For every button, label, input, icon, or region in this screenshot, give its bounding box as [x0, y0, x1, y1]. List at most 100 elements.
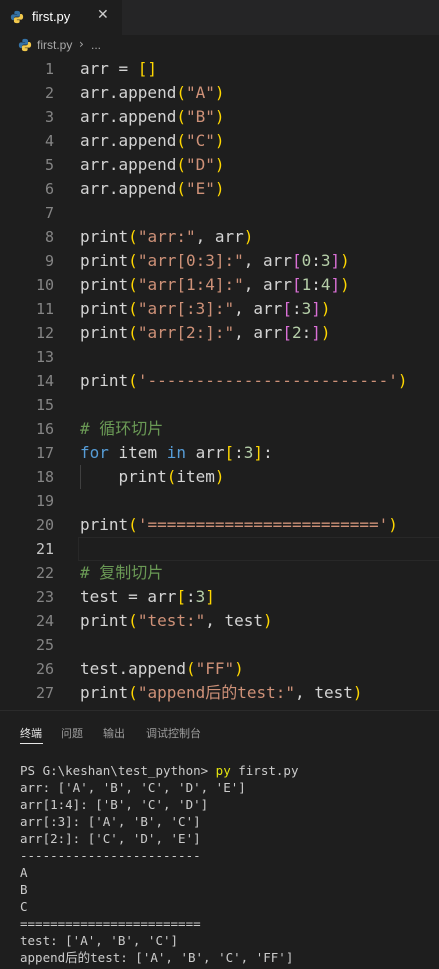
breadcrumb-file[interactable]: first.py — [37, 38, 72, 52]
code-token: ] — [253, 443, 264, 462]
line-number: 23 — [35, 588, 54, 606]
code-line[interactable]: 6 arr.append("E") — [0, 177, 439, 201]
code-token: [ — [282, 323, 292, 342]
code-token: ( — [128, 299, 138, 318]
code-token: 3 — [301, 299, 312, 318]
code-token: "arr[0:3]:" — [137, 251, 244, 270]
code-line[interactable]: 15 — [0, 393, 439, 417]
line-number: 6 — [44, 180, 54, 198]
code-token: , test — [295, 683, 353, 702]
code-token: ( — [128, 275, 138, 294]
code-token: test.append — [80, 659, 186, 678]
line-number: 11 — [35, 300, 54, 318]
code-line[interactable]: 13 — [0, 345, 439, 369]
code-text: print("arr[2:]:", arr[2:]) — [80, 321, 331, 345]
code-line[interactable]: 25 — [0, 633, 439, 657]
code-text: print('-------------------------') — [80, 369, 408, 393]
code-text: # 复制切片 — [80, 561, 163, 585]
tab-debug-console[interactable]: 调试控制台 — [146, 725, 201, 741]
code-token: # 循环切片 — [80, 419, 164, 438]
terminal-output-line: arr[1:4]: ['B', 'C', 'D'] — [20, 797, 209, 812]
code-token: item — [108, 443, 167, 462]
code-token: test = arr — [80, 587, 177, 606]
line-number: 5 — [44, 156, 54, 174]
editor-tab-bar: first.py ✕ — [0, 0, 439, 35]
code-token: ( — [128, 515, 138, 534]
code-token: "arr[:3]:" — [137, 299, 235, 318]
line-number: 2 — [44, 84, 54, 102]
code-line[interactable]: 21 — [0, 537, 439, 561]
code-token: ) — [214, 131, 225, 150]
code-line[interactable]: 18 print(item) — [0, 465, 439, 489]
code-token: "A" — [185, 83, 215, 102]
code-editor[interactable]: 1 arr = [] 2 arr.append("A") 3 arr.append("B"… — [0, 57, 439, 707]
code-line[interactable]: 26 test.append("FF") — [0, 657, 439, 681]
code-token: : — [311, 275, 321, 294]
code-token: , arr — [234, 323, 283, 342]
code-token: print — [80, 323, 129, 342]
code-token: [] — [137, 59, 158, 78]
code-token: ] — [205, 587, 215, 606]
code-token: arr.append — [80, 107, 177, 126]
code-line[interactable]: 9 print("arr[0:3]:", arr[0:3]) — [0, 249, 439, 273]
close-icon[interactable]: ✕ — [97, 7, 109, 23]
code-token: ] — [330, 275, 341, 294]
code-token: ) — [214, 155, 225, 174]
code-line[interactable]: 4 arr.append("C") — [0, 129, 439, 153]
code-line[interactable]: 20 print('========================') — [0, 513, 439, 537]
code-line[interactable]: 22 # 复制切片 — [0, 561, 439, 585]
code-token: "D" — [185, 155, 215, 174]
code-line[interactable]: 17 for item in arr[:3]: — [0, 441, 439, 465]
breadcrumb-symbols[interactable]: ... — [91, 38, 101, 52]
code-line[interactable]: 10 print("arr[1:4]:", arr[1:4]) — [0, 273, 439, 297]
code-line[interactable]: 11 print("arr[:3]:", arr[:3]) — [0, 297, 439, 321]
bottom-panel: 终端 问题 输出 调试控制台 PS G:\keshan\test_python>… — [0, 710, 439, 969]
code-line[interactable]: 24 print("test:", test) — [0, 609, 439, 633]
code-text: print(item) — [80, 465, 225, 489]
code-token: arr.append — [80, 179, 177, 198]
code-line[interactable]: 8 print("arr:", arr) — [0, 225, 439, 249]
code-line[interactable]: 7 — [0, 201, 439, 225]
code-token: arr = — [80, 59, 138, 78]
tab-first-py[interactable]: first.py ✕ — [0, 0, 122, 35]
terminal-prompt-line[interactable]: PS G:\keshan\test_python> py first.py — [20, 762, 298, 779]
code-token: for — [80, 443, 109, 462]
code-line[interactable]: 2 arr.append("A") — [0, 81, 439, 105]
code-text: arr.append("A") — [80, 81, 225, 105]
code-line[interactable]: 1 arr = [] — [0, 57, 439, 81]
code-token: ( — [128, 323, 138, 342]
line-number: 4 — [44, 132, 54, 150]
indent-guide — [80, 465, 81, 489]
code-token: 3 — [320, 251, 331, 270]
code-line[interactable]: 5 arr.append("D") — [0, 153, 439, 177]
code-line[interactable]: 14 print('-------------------------') — [0, 369, 439, 393]
code-token: , arr — [234, 299, 283, 318]
code-text: print('========================') — [80, 513, 398, 537]
code-token: ( — [128, 227, 138, 246]
code-text: arr = [] — [80, 57, 157, 81]
code-token: ( — [176, 107, 186, 126]
tab-problems[interactable]: 问题 — [61, 725, 83, 741]
code-token: : — [234, 443, 244, 462]
code-token: print — [80, 227, 129, 246]
code-line[interactable]: 19 — [0, 489, 439, 513]
code-line[interactable]: 23 test = arr[:3] — [0, 585, 439, 609]
code-line[interactable]: 12 print("arr[2:]:", arr[2:]) — [0, 321, 439, 345]
code-token: : — [263, 443, 273, 462]
code-token: ) — [214, 83, 225, 102]
code-token: , arr — [243, 251, 292, 270]
code-text: print("arr[:3]:", arr[:3]) — [80, 297, 331, 321]
tab-terminal[interactable]: 终端 — [20, 725, 42, 741]
terminal-output-line: A — [20, 865, 28, 880]
tab-output[interactable]: 输出 — [103, 725, 125, 741]
code-token: ) — [234, 659, 244, 678]
tab-label: first.py — [32, 9, 71, 24]
code-token: ( — [185, 659, 196, 678]
code-token: 3 — [195, 587, 206, 606]
code-line[interactable]: 27 print("append后的test:", test) — [0, 681, 439, 705]
code-line[interactable]: 3 arr.append("B") — [0, 105, 439, 129]
code-token: [ — [176, 587, 186, 606]
code-text: for item in arr[:3]: — [80, 441, 273, 465]
code-line[interactable]: 16 # 循环切片 — [0, 417, 439, 441]
code-token: print — [80, 371, 129, 390]
